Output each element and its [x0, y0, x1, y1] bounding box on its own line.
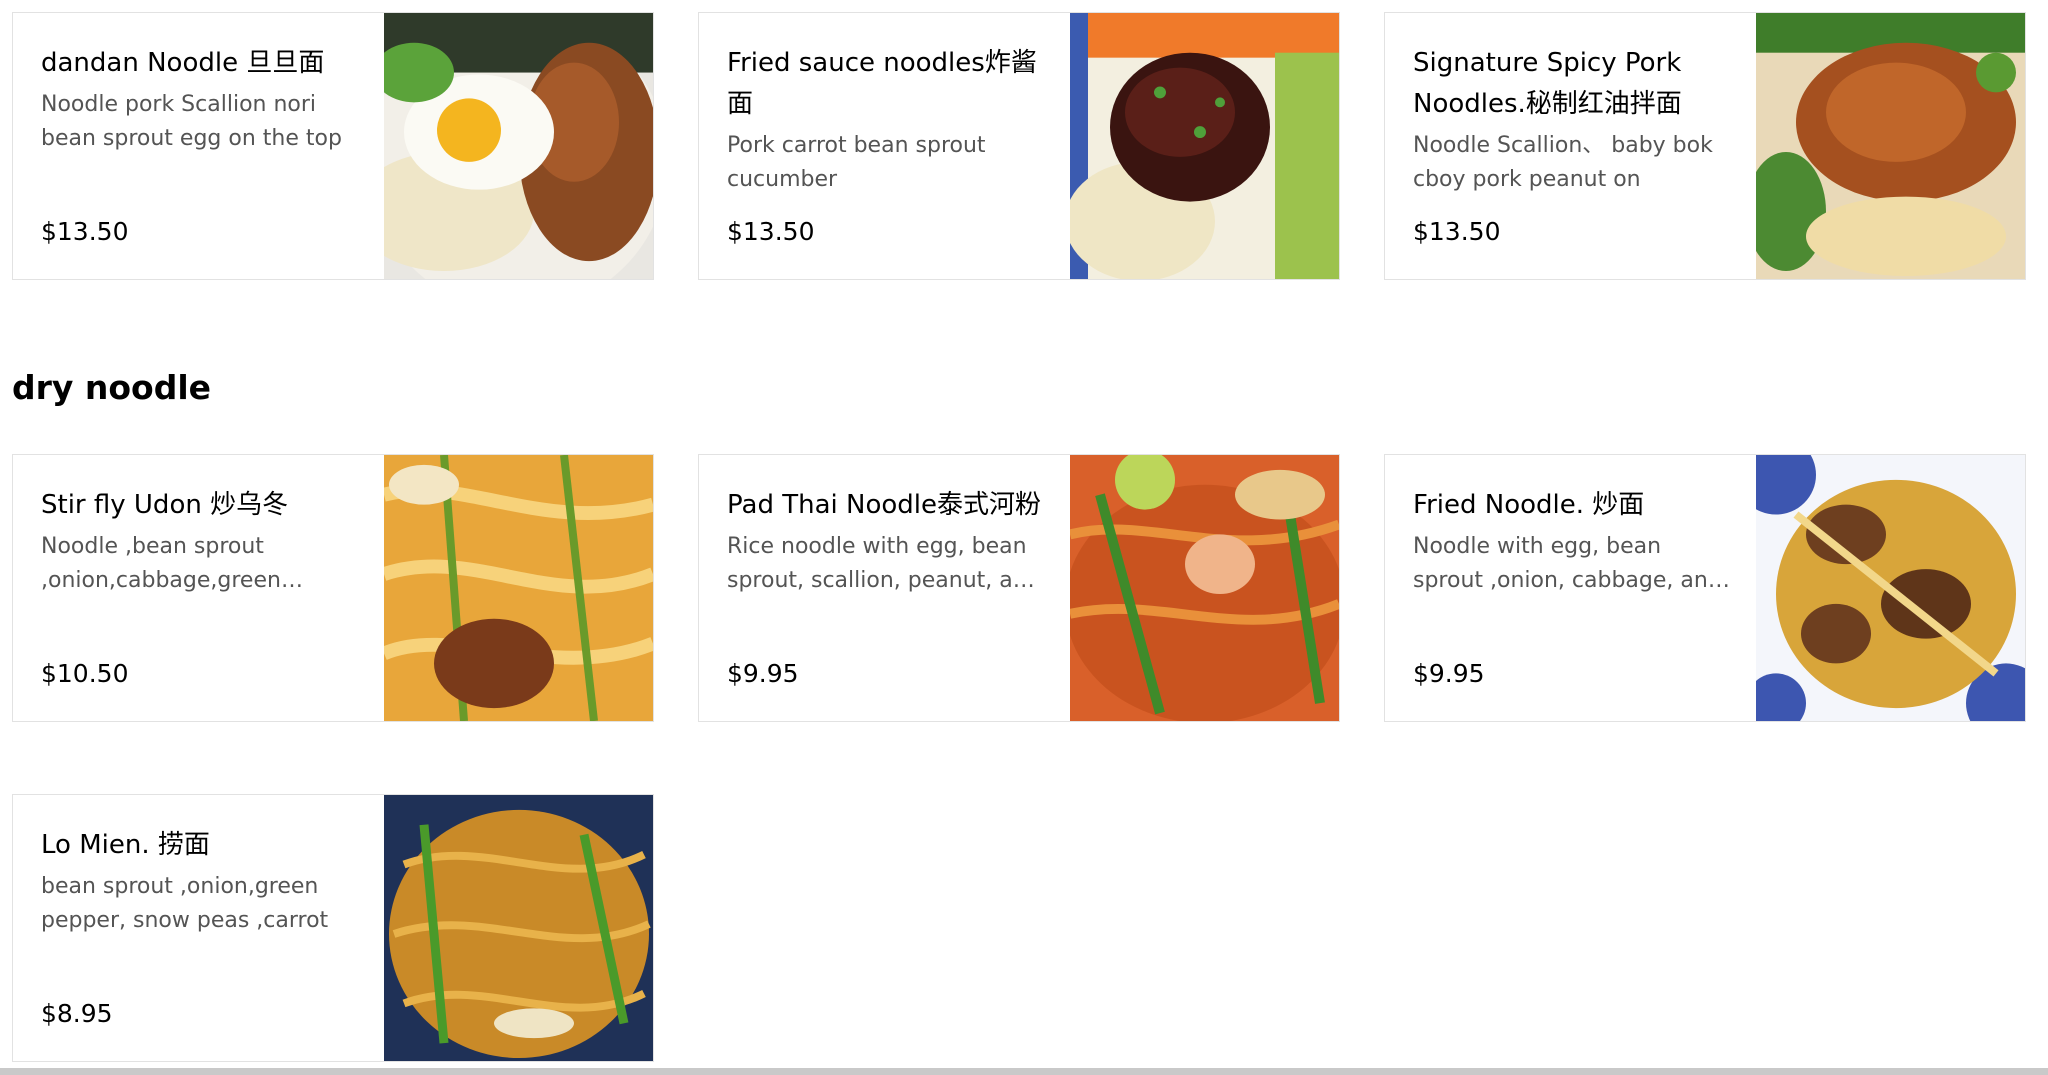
menu-item-title: Stir fly Udon 炒乌冬: [41, 490, 289, 520]
dandan-noodle-photo: [384, 13, 653, 279]
menu-item-title: Pad Thai Noodle泰式河粉: [727, 490, 1041, 520]
menu-item-description: Noodle pork Scallion nori bean sprout eg…: [41, 92, 342, 151]
menu-item-price: $13.50: [1413, 217, 1501, 246]
pad-thai-photo: [1070, 455, 1339, 721]
menu-item-card[interactable]: Pad Thai Noodle泰式河粉 Rice noodle with egg…: [698, 454, 1340, 722]
menu-item-title: Fried sauce noodles炸酱面: [727, 48, 1037, 119]
menu-item-price: $10.50: [41, 659, 129, 688]
menu-item-title: Lo Mien. 捞面: [41, 830, 210, 860]
fried-noodle-photo: [1756, 455, 2025, 721]
menu-item-card[interactable]: Signature Spicy Pork Noodles.秘制红油拌面 Nood…: [1384, 12, 2026, 280]
menu-item-info: Lo Mien. 捞面 bean sprout ,onion,green pep…: [13, 795, 386, 1061]
menu-item-info: Stir fly Udon 炒乌冬 Noodle ,bean sprout ,o…: [13, 455, 386, 721]
lo-mien-photo: [384, 795, 653, 1061]
fried-sauce-noodle-photo: [1070, 13, 1339, 279]
menu-item-info: Signature Spicy Pork Noodles.秘制红油拌面 Nood…: [1385, 13, 1758, 279]
section-heading: dry noodle: [12, 368, 212, 407]
menu-item-price: $13.50: [727, 217, 815, 246]
menu-item-info: Pad Thai Noodle泰式河粉 Rice noodle with egg…: [699, 455, 1072, 721]
menu-item-description: Pork carrot bean sprout cucumber: [727, 133, 986, 192]
horizontal-scrollbar[interactable]: [0, 1068, 2048, 1075]
menu-item-price: $9.95: [1413, 659, 1485, 688]
menu-item-description: Noodle with egg, bean sprout ,onion, cab…: [1413, 534, 1722, 593]
menu-item-price: $9.95: [727, 659, 799, 688]
menu-item-description: bean sprout ,onion,green pepper, snow pe…: [41, 874, 329, 933]
menu-item-description: Noodle Scallion、 baby bok cboy pork pean…: [1413, 133, 1713, 192]
spicy-pork-noodle-photo: [1756, 13, 2025, 279]
menu-item-info: dandan Noodle 旦旦面 Noodle pork Scallion n…: [13, 13, 386, 279]
udon-photo: [384, 455, 653, 721]
menu-item-title: Signature Spicy Pork Noodles.秘制红油拌面: [1413, 48, 1682, 119]
menu-item-card[interactable]: Fried Noodle. 炒面 Noodle with egg, bean s…: [1384, 454, 2026, 722]
menu-item-card[interactable]: Stir fly Udon 炒乌冬 Noodle ,bean sprout ,o…: [12, 454, 654, 722]
menu-item-description: Rice noodle with egg, bean sprout, scall…: [727, 534, 1041, 593]
menu-item-title: Fried Noodle. 炒面: [1413, 490, 1645, 520]
menu-item-description: Noodle ,bean sprout ,onion,cabbage,green…: [41, 534, 281, 593]
menu-item-info: Fried sauce noodles炸酱面 Pork carrot bean …: [699, 13, 1072, 279]
menu-item-card[interactable]: Lo Mien. 捞面 bean sprout ,onion,green pep…: [12, 794, 654, 1062]
menu-item-price: $13.50: [41, 217, 129, 246]
menu-item-title: dandan Noodle 旦旦面: [41, 48, 325, 78]
menu-item-card[interactable]: Fried sauce noodles炸酱面 Pork carrot bean …: [698, 12, 1340, 280]
menu-item-card[interactable]: dandan Noodle 旦旦面 Noodle pork Scallion n…: [12, 12, 654, 280]
menu-item-price: $8.95: [41, 999, 113, 1028]
menu-item-info: Fried Noodle. 炒面 Noodle with egg, bean s…: [1385, 455, 1758, 721]
